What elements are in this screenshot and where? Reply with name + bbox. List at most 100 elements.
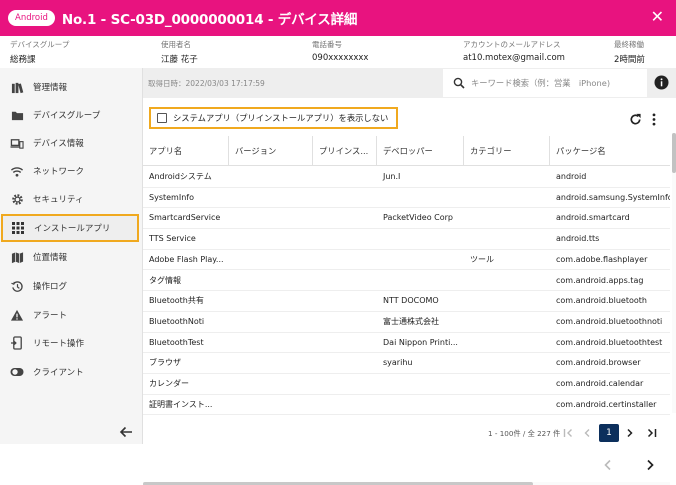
cell-version [229,208,313,228]
cell-version [229,374,313,394]
column-header-preinstalled[interactable]: プリインス... [313,136,377,166]
table-row[interactable]: Adobe Flash Play... ツール com.adobe.flashpla… [143,250,670,271]
table-row[interactable]: SmartcardService PacketVideo Corp android.… [143,208,670,230]
cell-developer [377,188,464,208]
bottom-nav-bar [0,444,676,478]
cell-developer [377,374,464,394]
cell-app-name: BluetoothNoti [149,316,205,326]
prev-device-icon[interactable] [603,456,612,475]
apps-grid-icon [11,221,25,235]
more-vert-icon[interactable] [651,111,657,130]
sidebar-item-device-info[interactable]: デバイス情報 [0,129,143,157]
cell-category [464,208,550,228]
sidebar-item-installed-apps[interactable]: インストールアプリ [1,214,139,242]
books-icon [10,80,24,94]
cell-package: com.android.calendar [556,379,644,388]
phone-remote-icon [10,336,24,350]
table-row[interactable]: Bluetooth共有 NTT DOCOMO com.android.bluetoo… [143,291,670,312]
fetch-date: 取得日時：2022/03/03 17:17:59 [148,79,265,88]
table-row[interactable]: 証明書インスト... com.android.certinstaller [143,395,670,416]
cell-developer: Jun.I [383,172,401,181]
info-value: 090xxxxxxxx [312,53,369,63]
info-label: デバイスグループ [10,40,70,49]
table-row[interactable]: タグ情報 com.android.apps.tag [143,271,670,292]
cell-preinstalled [313,229,377,249]
column-header-package[interactable]: パッケージ名 [550,136,670,166]
cell-app-name: BluetoothTest [149,337,204,347]
column-header-category[interactable]: カテゴリー [464,136,550,166]
cell-developer [377,271,464,291]
vertical-scrollbar[interactable] [672,133,676,413]
info-email: アカウントのメールアドレス at10.motex@gmail.com [463,39,565,63]
page-title: No.1 - SC-03D_0000000014 - デバイス詳細 [61,12,358,28]
column-header-app-name[interactable]: アプリ名 [143,136,229,166]
cell-version [229,312,313,332]
cell-version [229,395,313,415]
table-row[interactable]: SystemInfo android.samsung.SystemInfo [143,188,670,209]
sidebar-item-label: ネットワーク [33,167,85,177]
cell-developer: Dai Nippon Printi... [383,337,458,347]
sidebar-item-client[interactable]: クライアント [0,358,143,386]
info-label: 電話番号 [312,40,342,49]
sidebar-item-device-group[interactable]: デバイスグループ [0,101,143,129]
info-user-name: 使用者名 江藤 花子 [161,39,198,65]
sidebar-item-network[interactable]: ネットワーク [0,157,143,185]
sidebar-item-remote[interactable]: リモート操作 [0,329,143,357]
prev-page-icon[interactable] [577,424,597,442]
cell-app-name: ブラウザ [149,358,181,368]
cell-preinstalled [313,353,377,373]
cell-version [229,271,313,291]
sidebar-item-operation-log[interactable]: 操作ログ [0,272,143,300]
cell-category [464,395,550,415]
column-header-developer[interactable]: デベロッパー [377,136,464,166]
system-app-checkbox[interactable] [157,113,167,123]
search-icon [453,77,465,89]
cell-app-name: 証明書インスト... [149,399,213,409]
table-row[interactable]: Androidシステム Jun.I android [143,167,670,188]
sidebar-item-label: セキュリティ [33,195,84,205]
table-row[interactable]: ブラウザ syarihu com.android.browser [143,353,670,374]
cell-category [464,353,550,373]
info-phone: 電話番号 090xxxxxxxx [312,39,368,63]
last-page-icon[interactable] [641,424,661,442]
sidebar-item-alert[interactable]: アラート [0,301,143,329]
info-icon[interactable] [654,75,669,94]
sidebar-item-management[interactable]: 管理情報 [0,73,143,101]
sidebar-item-location[interactable]: 位置情報 [0,243,143,271]
table-row[interactable]: BluetoothTest Dai Nippon Printi... com.and… [143,333,670,354]
main-content: 取得日時：2022/03/03 17:17:59 システムアプリ（プリインストー… [143,68,676,485]
vertical-scroll-thumb[interactable] [672,133,676,173]
system-app-filter[interactable]: システムアプリ（プリインストールアプリ）を表示しない [149,107,398,129]
cell-package: android.samsung.SystemInfo [556,192,670,202]
table-row[interactable]: カレンダー com.android.calendar [143,374,670,395]
cell-category [464,188,550,208]
cell-category [464,271,550,291]
table-row[interactable]: TTS Service android.tts [143,229,670,250]
info-device-group: デバイスグループ 総務課 [10,39,69,65]
os-badge: Android [8,10,55,26]
search-box[interactable] [443,69,647,97]
cell-package: com.android.browser [556,358,641,368]
refresh-icon[interactable] [629,111,642,130]
title-bar: Android No.1 - SC-03D_0000000014 - デバイス詳… [0,0,676,36]
cell-preinstalled [313,271,377,291]
next-page-icon[interactable] [620,424,640,442]
next-device-icon[interactable] [646,456,655,475]
first-page-icon[interactable] [558,424,578,442]
cell-package: com.android.apps.tag [556,275,644,285]
cell-preinstalled [313,395,377,415]
cell-category [464,229,550,249]
search-input[interactable] [471,78,641,88]
close-icon[interactable]: ✕ [651,9,664,25]
table-row[interactable]: BluetoothNoti 富士通株式会社 com.android.bluetoot… [143,312,670,333]
devices-icon [10,136,24,150]
cell-preinstalled [313,250,377,270]
toggle-icon [10,365,24,379]
cell-app-name: タグ情報 [149,275,181,285]
sidebar-item-label: デバイス情報 [33,139,84,149]
page-current[interactable]: 1 [599,424,619,442]
cell-preinstalled [313,291,377,311]
sidebar-item-security[interactable]: セキュリティ [0,185,143,213]
column-header-version[interactable]: バージョン [229,136,313,166]
collapse-sidebar-arrow-icon[interactable] [119,424,133,443]
